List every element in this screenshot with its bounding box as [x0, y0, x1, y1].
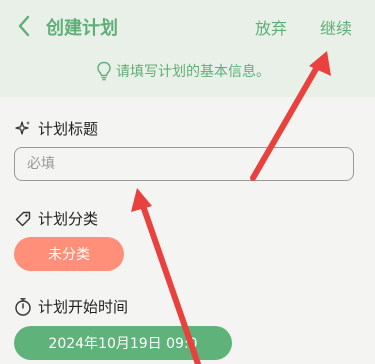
title-section-label: 计划标题	[14, 118, 98, 139]
abandon-button[interactable]: 放弃	[255, 15, 287, 39]
start-time-label-text: 计划开始时间	[38, 298, 129, 316]
stopwatch-icon	[15, 297, 31, 316]
hint-message: 请填写计划的基本信息。	[96, 61, 270, 81]
chevron-left-icon	[18, 15, 30, 37]
category-value: 未分类	[48, 247, 90, 263]
start-time-picker-button[interactable]: 2024年10月19日 09:0	[14, 326, 232, 360]
tag-icon	[15, 211, 31, 226]
continue-button[interactable]: 继续	[320, 15, 352, 39]
hint-text: 请填写计划的基本信息。	[116, 64, 270, 80]
start-time-value: 2024年10月19日 09:0	[48, 336, 198, 352]
plan-title-input[interactable]	[14, 147, 354, 181]
category-section-label: 计划分类	[14, 208, 98, 229]
back-button[interactable]	[12, 12, 36, 40]
lightbulb-icon	[97, 61, 111, 81]
start-time-section-label: 计划开始时间	[14, 296, 128, 317]
page-title: 创建计划	[46, 18, 118, 39]
category-selector-button[interactable]: 未分类	[14, 237, 124, 271]
title-label-text: 计划标题	[38, 120, 99, 138]
sparkle-icon	[15, 120, 30, 135]
category-label-text: 计划分类	[38, 210, 99, 228]
header-bar: 创建计划 放弃 继续 请填写计划的基本信息。	[0, 0, 375, 97]
